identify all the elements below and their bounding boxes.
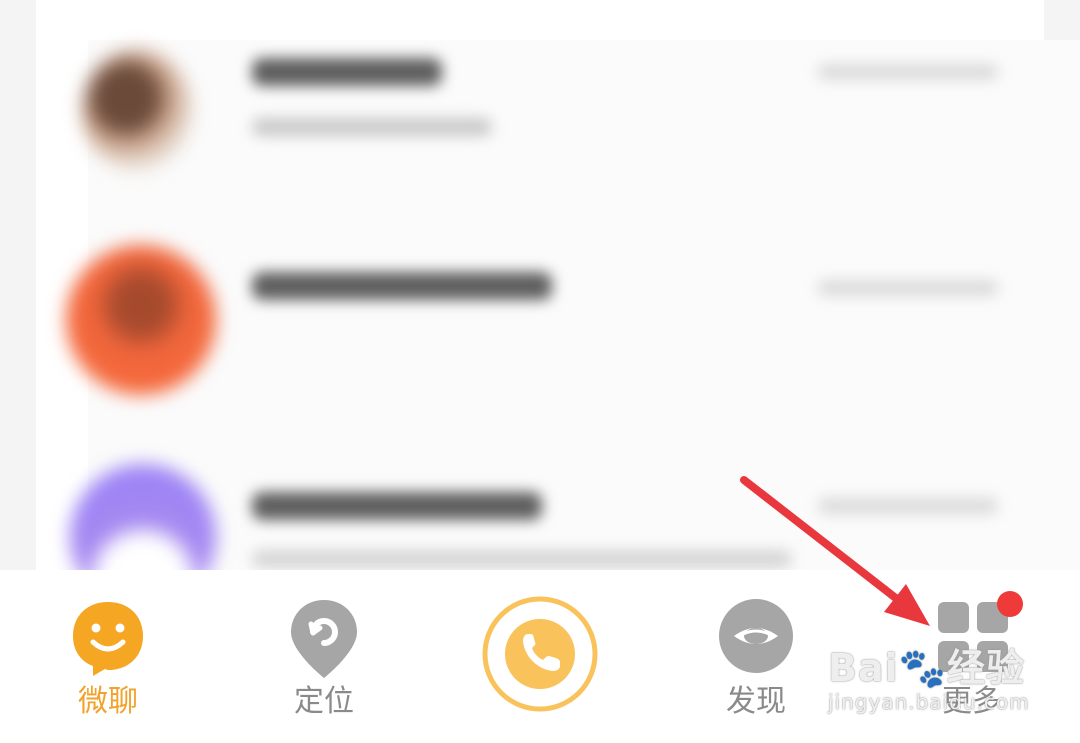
bottom-tab-bar: 微聊 定位 发现 更多	[0, 570, 1080, 743]
contact-name-blurred	[252, 272, 552, 300]
call-button[interactable]	[470, 570, 610, 743]
tab-label: 定位	[294, 684, 354, 719]
tab-location[interactable]: 定位	[254, 570, 394, 743]
message-time-blurred	[818, 64, 998, 80]
tab-more[interactable]: 更多	[902, 570, 1042, 743]
tab-label: 微聊	[78, 684, 138, 719]
phone-icon	[482, 596, 598, 716]
message-time-blurred	[818, 280, 998, 296]
tab-chat[interactable]: 微聊	[38, 570, 178, 743]
contact-avatar	[82, 50, 192, 170]
contact-name-blurred	[252, 492, 542, 520]
contact-name-blurred	[252, 58, 442, 86]
tab-label: 更多	[942, 684, 1002, 719]
message-preview-blurred	[252, 550, 792, 568]
discover-eye-icon	[718, 598, 794, 678]
chat-row[interactable]	[36, 230, 1044, 430]
notification-badge	[996, 590, 1024, 622]
tab-discover[interactable]: 发现	[686, 570, 826, 743]
smile-chat-icon	[69, 598, 147, 682]
message-time-blurred	[818, 498, 998, 514]
chat-list	[36, 0, 1080, 610]
app-screen: 微聊 定位 发现 更多 Bai🐾经验 jingyan.baidu.com	[0, 0, 1080, 743]
contact-avatar	[66, 245, 216, 395]
message-preview-blurred	[252, 118, 492, 136]
chat-row[interactable]	[36, 30, 1044, 230]
tab-label: 发现	[726, 684, 786, 719]
location-pin-icon	[289, 598, 359, 684]
